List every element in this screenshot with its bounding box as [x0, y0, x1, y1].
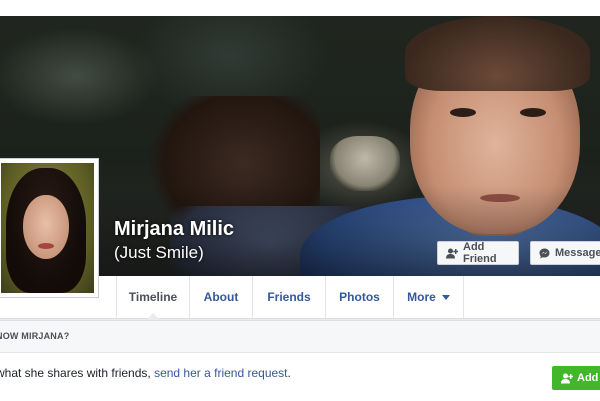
add-button-label: Add — [577, 372, 599, 384]
cover-person-eye — [450, 108, 476, 117]
top-strip — [0, 0, 600, 16]
know-panel-header: NOW MIRJANA? — [0, 321, 600, 353]
know-panel-text-end: . — [287, 366, 291, 380]
add-friend-panel-button[interactable]: Add — [552, 366, 600, 390]
tab-more[interactable]: More — [393, 276, 464, 318]
cover-person-eye — [520, 108, 546, 117]
dropdown-caret-icon — [441, 294, 450, 300]
tab-photos[interactable]: Photos — [325, 276, 393, 318]
profile-picture[interactable] — [0, 158, 99, 298]
add-friend-icon — [446, 248, 458, 259]
cover-car — [330, 136, 400, 191]
know-panel-text-start: what she shares with friends, — [0, 366, 155, 380]
tab-timeline-label: Timeline — [128, 290, 178, 304]
message-button[interactable]: Message — [530, 241, 600, 265]
message-label: Message — [555, 247, 600, 259]
tab-friends[interactable]: Friends — [252, 276, 325, 318]
tab-photos-label: Photos — [339, 290, 380, 304]
profile-photo — [1, 163, 94, 293]
know-person-panel: NOW MIRJANA? what she shares with friend… — [0, 320, 600, 401]
profile-photo-lips — [38, 243, 54, 249]
know-panel-text: what she shares with friends, send her a… — [0, 366, 291, 380]
add-friend-icon — [561, 373, 573, 384]
profile-name[interactable]: Mirjana Milic — [114, 218, 234, 241]
friend-request-link[interactable]: send her a friend request — [154, 366, 287, 380]
tab-friends-label: Friends — [267, 290, 311, 304]
cover-person-head-hair — [405, 16, 590, 91]
profile-alternate-name: (Just Smile) — [114, 243, 204, 262]
add-friend-button[interactable]: Add Friend — [437, 241, 519, 265]
tab-more-label: More — [407, 290, 436, 304]
profile-tabs: Timeline About Friends Photos More — [116, 276, 464, 319]
know-panel-title: NOW MIRJANA? — [0, 331, 70, 341]
tab-about[interactable]: About — [189, 276, 252, 318]
profile-photo-face — [23, 195, 69, 259]
add-friend-label: Add Friend — [463, 241, 497, 265]
tab-timeline[interactable]: Timeline — [116, 276, 189, 319]
tab-about-label: About — [203, 290, 239, 304]
message-icon — [539, 248, 550, 259]
